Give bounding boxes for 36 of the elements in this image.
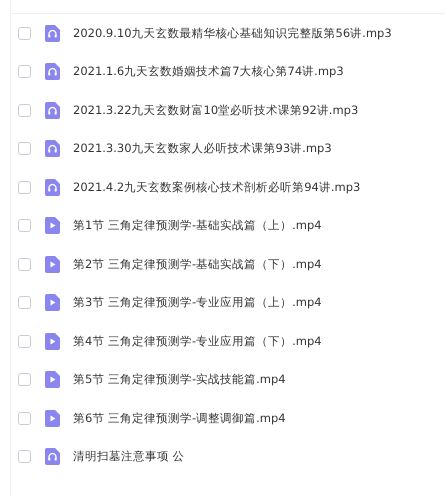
play-file-icon bbox=[45, 371, 60, 388]
checkbox[interactable] bbox=[18, 26, 31, 40]
file-name[interactable]: 第3节 三角定律预测学-专业应用篇（上）.mp4 bbox=[73, 294, 322, 312]
headphones-file-icon bbox=[45, 448, 60, 466]
file-name[interactable]: 第2节 三角定律预测学-基础实战篇（下）.mp4 bbox=[73, 256, 322, 273]
file-name[interactable]: 清明扫墓注意事项 公 bbox=[73, 448, 185, 466]
file-name[interactable]: 第6节 三角定律预测学-调整调御篇.mp4 bbox=[73, 410, 286, 427]
headphones-file-icon bbox=[45, 140, 60, 158]
play-file-icon bbox=[45, 217, 60, 234]
checkbox[interactable] bbox=[18, 296, 31, 310]
checkbox[interactable] bbox=[18, 104, 31, 117]
file-name[interactable]: 2020.9.10九天玄数最精华核心基础知识完整版第56讲.mp3 bbox=[73, 24, 392, 42]
headphones-file-icon bbox=[45, 63, 60, 80]
play-file-icon bbox=[45, 256, 60, 273]
play-file-icon bbox=[45, 332, 60, 350]
checkbox[interactable] bbox=[18, 450, 31, 464]
play-file-icon bbox=[45, 410, 60, 427]
file-name[interactable]: 第4节 三角定律预测学-专业应用篇（下）.mp4 bbox=[73, 332, 322, 350]
checkbox[interactable] bbox=[18, 412, 31, 425]
file-name[interactable]: 2021.3.30九天玄数家人必听技术课第93讲.mp3 bbox=[73, 140, 332, 158]
play-file-icon bbox=[45, 294, 60, 312]
checkbox[interactable] bbox=[18, 219, 31, 232]
checkbox[interactable] bbox=[18, 258, 31, 271]
headphones-file-icon bbox=[45, 102, 60, 119]
headphones-file-icon bbox=[45, 178, 60, 196]
checkbox[interactable] bbox=[18, 373, 31, 386]
file-name[interactable]: 第5节 三角定律预测学-实战技能篇.mp4 bbox=[73, 371, 286, 388]
file-name[interactable]: 2021.1.6九天玄数婚姻技术篇7大核心第74讲.mp3 bbox=[73, 63, 344, 80]
file-name[interactable]: 2021.4.2九天玄数案例核心技术剖析必听第94讲.mp3 bbox=[73, 178, 360, 196]
checkbox[interactable] bbox=[18, 180, 31, 194]
checkbox[interactable] bbox=[18, 65, 31, 78]
file-name[interactable]: 第1节 三角定律预测学-基础实战篇（上）.mp4 bbox=[73, 217, 322, 234]
checkbox[interactable] bbox=[18, 142, 31, 156]
file-name[interactable]: 2021.3.22九天玄数财富10堂必听技术课第92讲.mp3 bbox=[73, 102, 358, 119]
headphones-file-icon bbox=[45, 24, 60, 42]
checkbox[interactable] bbox=[18, 334, 31, 348]
